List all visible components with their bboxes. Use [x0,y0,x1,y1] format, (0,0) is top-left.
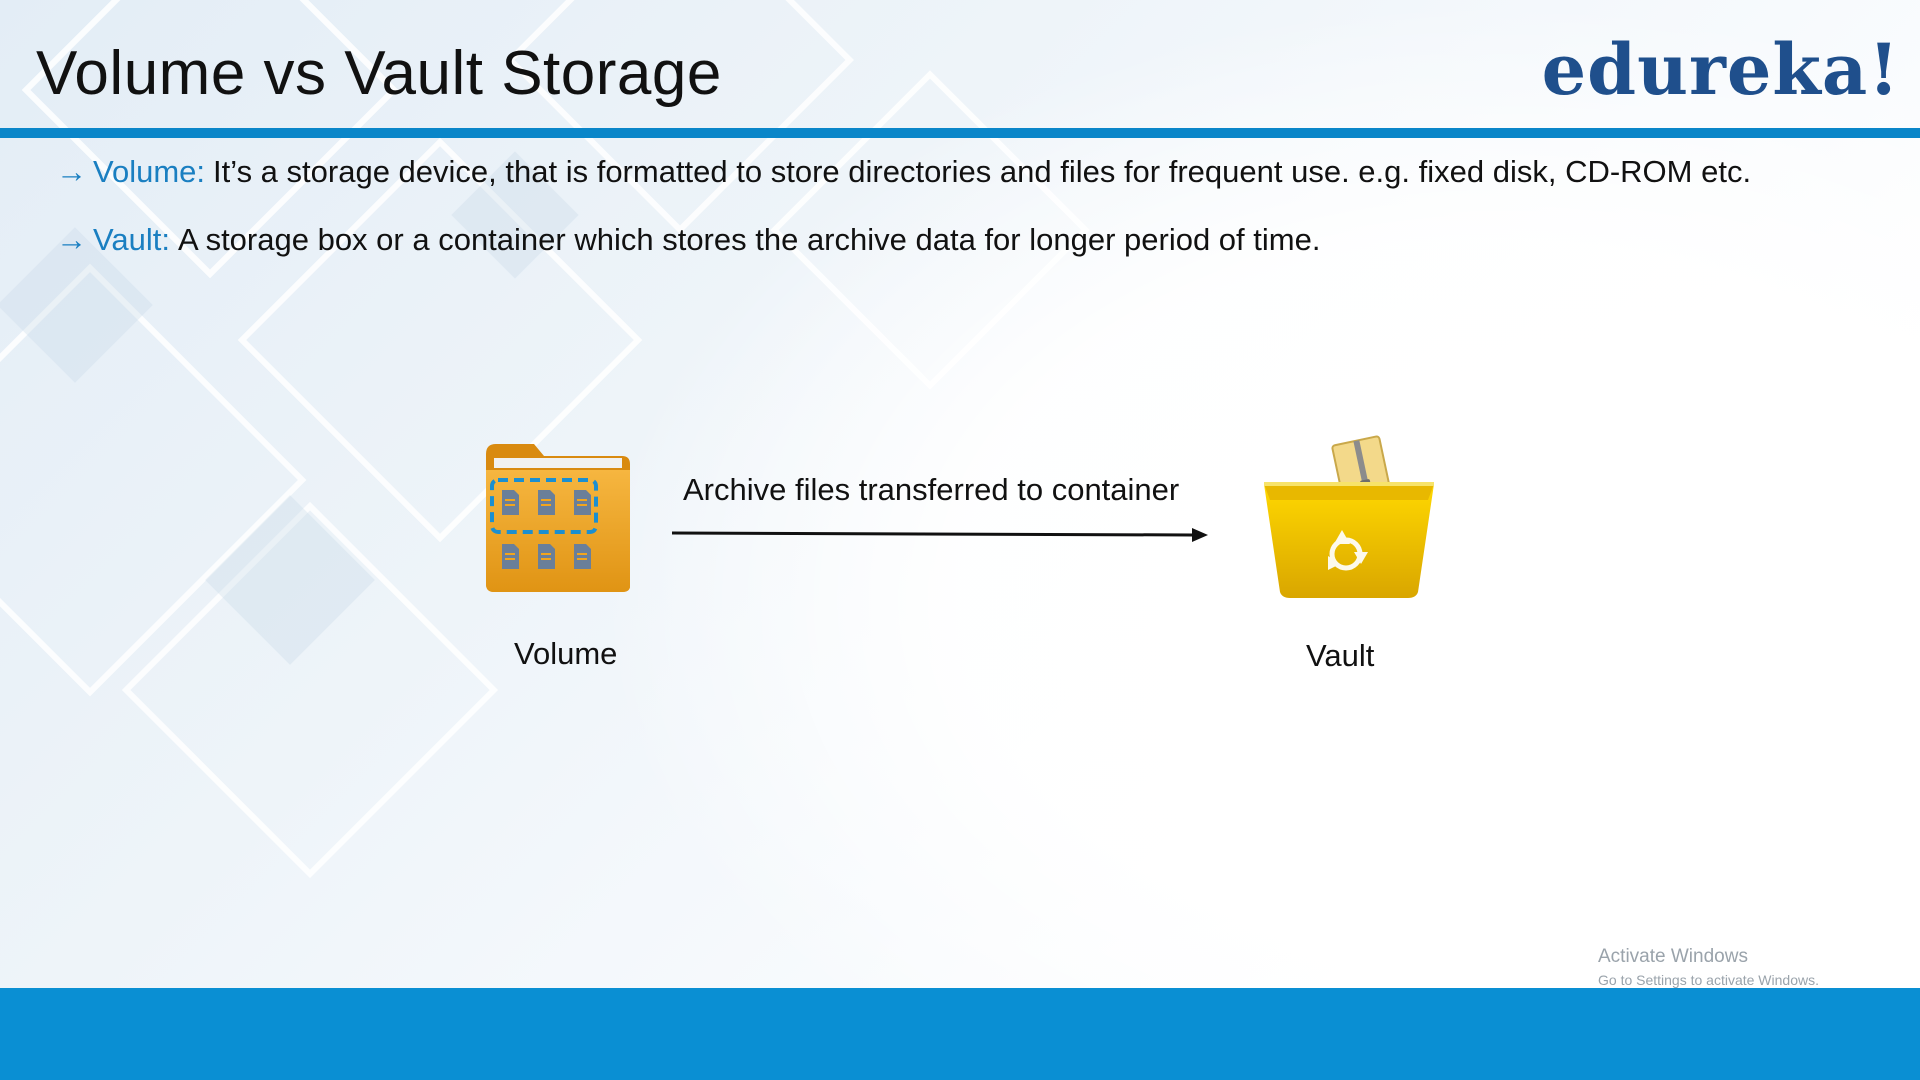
bullet-vault: → Vault: A storage box or a container whic… [56,222,1320,258]
transfer-arrow-icon [671,524,1208,549]
activate-windows-title: Activate Windows [1598,946,1748,967]
footer-bar [0,988,1920,1080]
volume-label: Volume [514,636,618,671]
title-divider [0,128,1920,138]
bullet-volume: → Volume: It’s a storage device, that is f… [56,154,1751,190]
arrow-bullet-icon: → [56,222,87,257]
edureka-logo: edureka! [1541,28,1900,111]
transfer-arrow-label: Archive files transferred to container [683,472,1180,507]
slide-title: Volume vs Vault Storage [36,39,722,108]
folder-icon [482,436,634,601]
vault-label: Vault [1306,638,1375,673]
bullet-term: Vault: [93,222,170,257]
bullet-text: It’s a storage device, that is formatted… [213,154,1752,189]
bullet-term: Volume: [93,154,206,189]
bullet-text: A storage box or a container which store… [177,222,1321,257]
activate-windows-subtitle: Go to Settings to activate Windows. [1598,972,1819,988]
arrow-bullet-icon: → [56,154,87,189]
recycle-bin-icon [1258,432,1440,609]
